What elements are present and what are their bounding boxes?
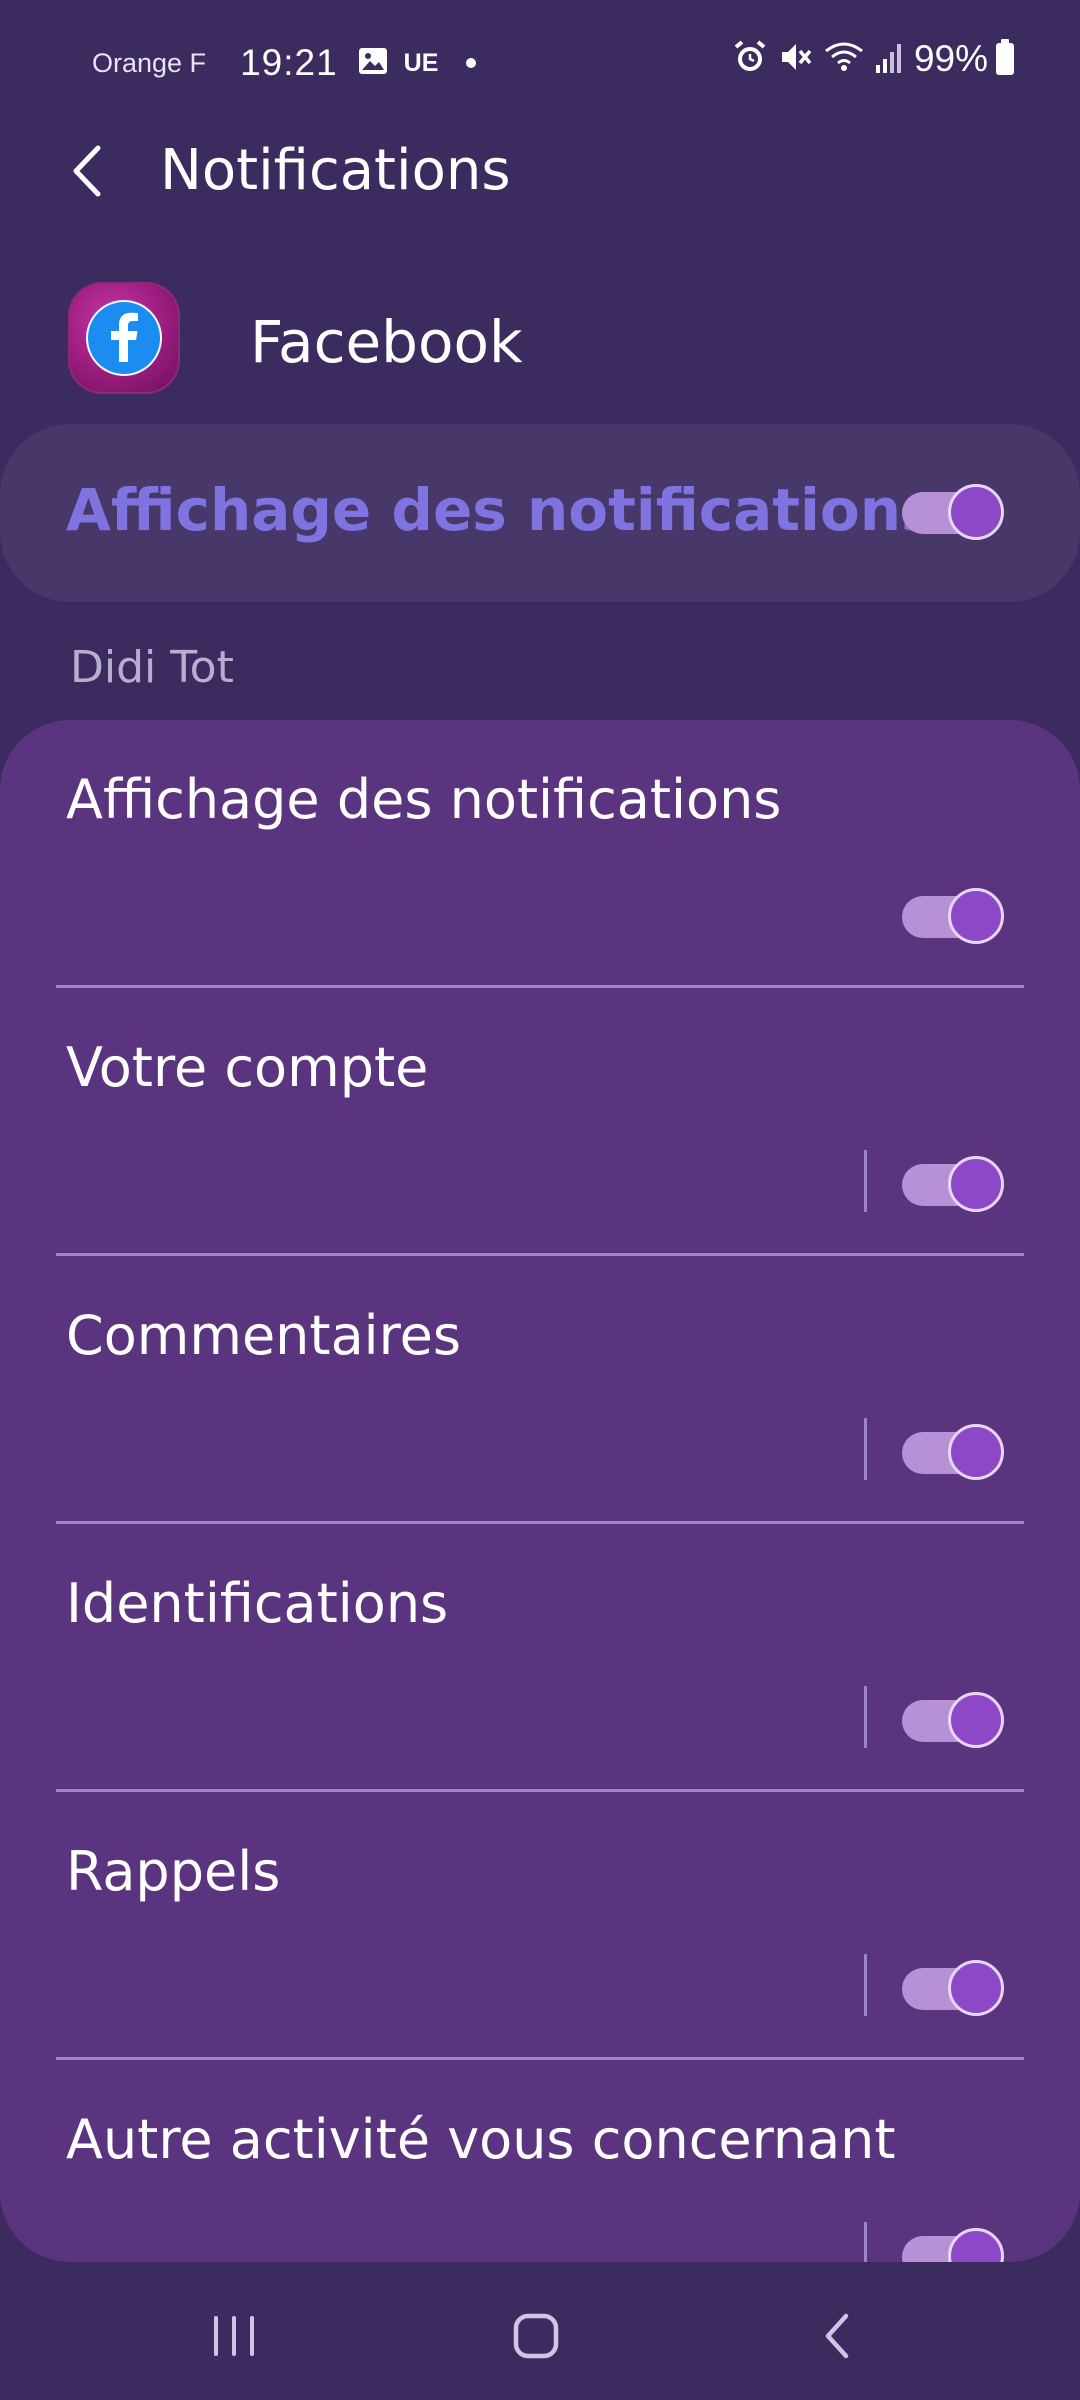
category-label: Affichage des notifications bbox=[66, 768, 782, 831]
alarm-icon bbox=[732, 39, 768, 80]
home-button[interactable] bbox=[496, 2304, 576, 2368]
category-switch[interactable] bbox=[902, 2228, 1004, 2262]
category-label: Identifications bbox=[66, 1572, 449, 1635]
gallery-icon bbox=[358, 47, 388, 80]
category-row[interactable]: Affichage des notifications bbox=[0, 720, 1080, 988]
category-switch[interactable] bbox=[902, 888, 1004, 944]
master-notifications-switch[interactable] bbox=[902, 484, 1004, 540]
carrier-name: Orange F bbox=[92, 47, 207, 78]
category-label: Rappels bbox=[66, 1840, 281, 1903]
signal-icon bbox=[874, 39, 904, 80]
recent-apps-button[interactable] bbox=[194, 2304, 274, 2368]
notification-dot-icon bbox=[466, 58, 477, 68]
category-switch[interactable] bbox=[902, 1692, 1004, 1748]
separator bbox=[864, 1418, 867, 1480]
category-row[interactable]: Rappels bbox=[0, 1792, 1080, 2060]
status-bar: Orange F 19:21 UE 99% bbox=[0, 0, 1080, 120]
recent-apps-icon bbox=[214, 2316, 254, 2356]
battery-percent: 99% bbox=[913, 38, 988, 79]
category-label: Votre compte bbox=[66, 1036, 429, 1099]
category-row[interactable]: Commentaires bbox=[0, 1256, 1080, 1524]
network-tag: UE bbox=[403, 48, 439, 77]
status-time: 19:21 bbox=[240, 42, 338, 83]
separator bbox=[864, 2222, 867, 2262]
section-header: Didi Tot bbox=[70, 642, 234, 693]
facebook-icon bbox=[68, 282, 180, 394]
wifi-icon bbox=[824, 39, 864, 80]
navigation-bar bbox=[0, 2262, 1080, 2400]
separator bbox=[864, 1954, 867, 2016]
app-header: Facebook bbox=[0, 270, 1080, 420]
separator bbox=[864, 1686, 867, 1748]
app-name: Facebook bbox=[250, 308, 523, 376]
page-title: Notifications bbox=[160, 138, 511, 203]
category-label: Autre activité vous concernant bbox=[66, 2108, 896, 2171]
category-switch[interactable] bbox=[902, 1960, 1004, 2016]
separator bbox=[864, 1150, 867, 1212]
app-bar: Notifications bbox=[0, 120, 1080, 220]
back-nav-button[interactable] bbox=[800, 2304, 880, 2368]
home-icon bbox=[513, 2313, 559, 2359]
category-row[interactable]: Identifications bbox=[0, 1524, 1080, 1792]
master-toggle-label: Affichage des notifications bbox=[66, 476, 936, 544]
back-button[interactable] bbox=[60, 136, 130, 206]
category-label: Commentaires bbox=[66, 1304, 462, 1367]
category-row[interactable]: Votre compte bbox=[0, 988, 1080, 1256]
category-switch[interactable] bbox=[902, 1424, 1004, 1480]
notification-categories-list: Affichage des notifications Votre compte… bbox=[0, 720, 1080, 2262]
category-row[interactable]: Autre activité vous concernant bbox=[0, 2060, 1080, 2262]
back-icon bbox=[825, 2313, 849, 2359]
chevron-left-icon bbox=[73, 145, 101, 197]
mute-icon bbox=[778, 39, 814, 80]
category-switch[interactable] bbox=[902, 1156, 1004, 1212]
master-notifications-toggle-row[interactable]: Affichage des notifications bbox=[0, 424, 1080, 602]
battery-icon bbox=[996, 39, 1014, 75]
